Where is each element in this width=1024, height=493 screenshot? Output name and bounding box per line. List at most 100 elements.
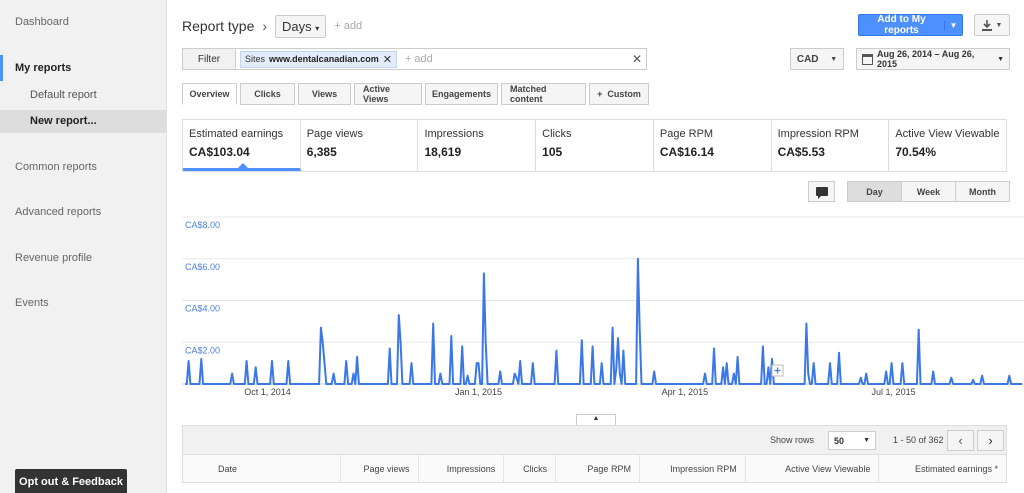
period-month[interactable]: Month <box>956 182 1009 201</box>
zoom-marker-icon[interactable] <box>771 364 784 377</box>
chevron-down-icon: ▼ <box>863 437 870 444</box>
annotations-button[interactable] <box>808 181 835 202</box>
report-title-row: Report type › Days ▾ + add <box>182 14 362 38</box>
sidebar-item-revenue-profile[interactable]: Revenue profile <box>15 252 92 264</box>
chevron-down-icon: ▼ <box>997 55 1004 63</box>
scorecard-value: CA$5.53 <box>777 145 825 159</box>
scorecard-value: 18,619 <box>424 145 462 159</box>
metric-tabs: Overview Clicks Views Active Views Engag… <box>182 83 649 105</box>
active-indicator <box>0 55 3 81</box>
scorecard-label: Page RPM <box>659 128 714 140</box>
download-icon <box>981 19 992 31</box>
sidebar-item-default-report[interactable]: Default report <box>30 89 97 101</box>
scorecard-label: Active View Viewable <box>895 128 1000 140</box>
remove-filter-icon[interactable]: ✕ <box>383 53 392 66</box>
sidebar-item-my-reports[interactable]: My reports <box>15 62 71 74</box>
add-dimension-link[interactable]: + add <box>334 20 362 32</box>
y-tick-label: CA$8.00 <box>185 220 220 230</box>
x-tick-label: Jan 1, 2015 <box>455 387 502 397</box>
scorecard-label: Page views <box>306 128 363 140</box>
filter-chip-label: Sites <box>245 54 266 64</box>
days-dropdown[interactable]: Days ▾ <box>275 14 327 38</box>
y-tick-label: CA$6.00 <box>185 262 220 272</box>
scorecard-value: CA$16.14 <box>659 145 714 159</box>
earnings-line[interactable] <box>185 257 1022 385</box>
page-range: 1 - 50 of 362 <box>893 435 944 445</box>
sidebar-item-events[interactable]: Events <box>15 297 49 309</box>
clear-filters-icon[interactable]: ✕ <box>628 52 646 66</box>
chevron-right-icon: › <box>988 433 993 448</box>
currency-dropdown[interactable]: CAD ▼ <box>790 48 844 70</box>
sidebar-item-common-reports[interactable]: Common reports <box>15 161 97 173</box>
next-page-button[interactable]: › <box>977 430 1004 451</box>
add-to-my-reports-button[interactable]: Add to My reports ▼ <box>858 14 963 36</box>
tab-matched-content[interactable]: Matched content <box>501 83 586 105</box>
x-tick-label: Jul 1, 2015 <box>872 387 916 397</box>
previous-page-button[interactable]: ‹ <box>947 430 974 451</box>
column-impressions[interactable]: Impressions <box>419 455 505 482</box>
tab-views[interactable]: Views <box>298 83 351 105</box>
table-header: Date Page views Impressions Clicks Page … <box>182 455 1007 483</box>
period-toggle: Day Week Month <box>847 181 1010 202</box>
scorecard-impression-rpm[interactable]: Impression RPM CA$5.53 <box>772 120 890 171</box>
sidebar: Dashboard My reports Default report New … <box>0 0 167 493</box>
currency-label: CAD <box>796 53 819 65</box>
scorecard-impressions[interactable]: Impressions 18,619 <box>418 120 537 171</box>
period-week[interactable]: Week <box>902 182 956 201</box>
scorecard-clicks[interactable]: Clicks 105 <box>536 120 654 171</box>
scorecard-label: Clicks <box>542 128 572 140</box>
scorecard-page-rpm[interactable]: Page RPM CA$16.14 <box>654 120 772 171</box>
y-tick-label: CA$4.00 <box>185 304 220 314</box>
tab-engagements[interactable]: Engagements <box>425 83 498 105</box>
tab-custom[interactable]: + Custom <box>589 83 649 105</box>
scorecard-value: 70.54% <box>895 145 937 159</box>
sidebar-item-dashboard[interactable]: Dashboard <box>15 16 69 28</box>
selected-notch <box>237 163 249 169</box>
column-estimated-earnings[interactable]: Estimated earnings * <box>879 455 1006 482</box>
scorecard-active-view-viewable[interactable]: Active View Viewable 70.54% <box>889 120 1006 171</box>
x-tick-label: Apr 1, 2015 <box>662 387 709 397</box>
rows-per-page-select[interactable]: 50 ▼ <box>828 431 876 450</box>
filter-chip-sites[interactable]: Sites www.dentalcanadian.com ✕ <box>240 50 397 68</box>
rows-per-page-value: 50 <box>834 435 845 446</box>
filter-chip-value: www.dentalcanadian.com <box>269 54 379 64</box>
scorecard-label: Estimated earnings <box>189 128 284 140</box>
scorecards: Estimated earnings CA$103.04 Page views … <box>182 119 1007 172</box>
column-active-view-viewable[interactable]: Active View Viewable <box>746 455 880 482</box>
opt-out-feedback-button[interactable]: Opt out & Feedback <box>15 469 127 493</box>
column-page-rpm[interactable]: Page RPM <box>556 455 640 482</box>
chevron-down-icon: ▼ <box>995 21 1003 29</box>
chevron-down-icon[interactable]: ▼ <box>944 20 962 30</box>
date-range-label: Aug 26, 2014 – Aug 26, 2015 <box>877 49 975 69</box>
add-filter-input[interactable]: + add <box>405 53 628 65</box>
tab-custom-label: Custom <box>607 89 641 99</box>
earnings-chart[interactable]: CA$2.00 CA$4.00 CA$6.00 CA$8.00 Oct 1, 2014 J… <box>182 207 1024 407</box>
filter-bar: Filter Sites www.dentalcanadian.com ✕ + … <box>182 48 647 70</box>
tab-overview[interactable]: Overview <box>182 83 237 105</box>
scorecard-label: Impression RPM <box>777 128 859 140</box>
scorecard-value: 6,385 <box>306 145 337 159</box>
chevron-up-icon: ▲ <box>592 415 600 422</box>
chart-svg: CA$2.00 CA$4.00 CA$6.00 CA$8.00 Oct 1, 2014 J… <box>182 216 1024 397</box>
tab-active-views[interactable]: Active Views <box>354 83 422 105</box>
date-range-picker[interactable]: Aug 26, 2014 – Aug 26, 2015 ▼ <box>856 48 1010 70</box>
period-day[interactable]: Day <box>848 182 902 201</box>
tab-clicks[interactable]: Clicks <box>240 83 295 105</box>
scorecard-estimated-earnings[interactable]: Estimated earnings CA$103.04 <box>183 120 301 171</box>
add-to-my-reports-label: Add to My reports <box>877 14 926 36</box>
column-impression-rpm[interactable]: Impression RPM <box>640 455 746 482</box>
column-clicks[interactable]: Clicks <box>504 455 557 482</box>
filter-button[interactable]: Filter <box>183 49 236 69</box>
column-page-views[interactable]: Page views <box>341 455 419 482</box>
scorecard-page-views[interactable]: Page views 6,385 <box>301 120 419 171</box>
scorecard-label: Impressions <box>424 128 484 140</box>
scorecard-value: CA$103.04 <box>189 145 250 159</box>
main-content: Report type › Days ▾ + add Add to My rep… <box>167 0 1024 493</box>
scorecard-value: 105 <box>542 145 563 159</box>
sidebar-item-new-report[interactable]: New report... <box>0 110 166 133</box>
download-button[interactable]: ▼ <box>974 14 1010 36</box>
sidebar-item-advanced-reports[interactable]: Advanced reports <box>15 206 101 218</box>
chevron-right-icon: › <box>262 18 268 34</box>
column-date[interactable]: Date <box>183 455 341 482</box>
comment-icon <box>815 187 828 199</box>
